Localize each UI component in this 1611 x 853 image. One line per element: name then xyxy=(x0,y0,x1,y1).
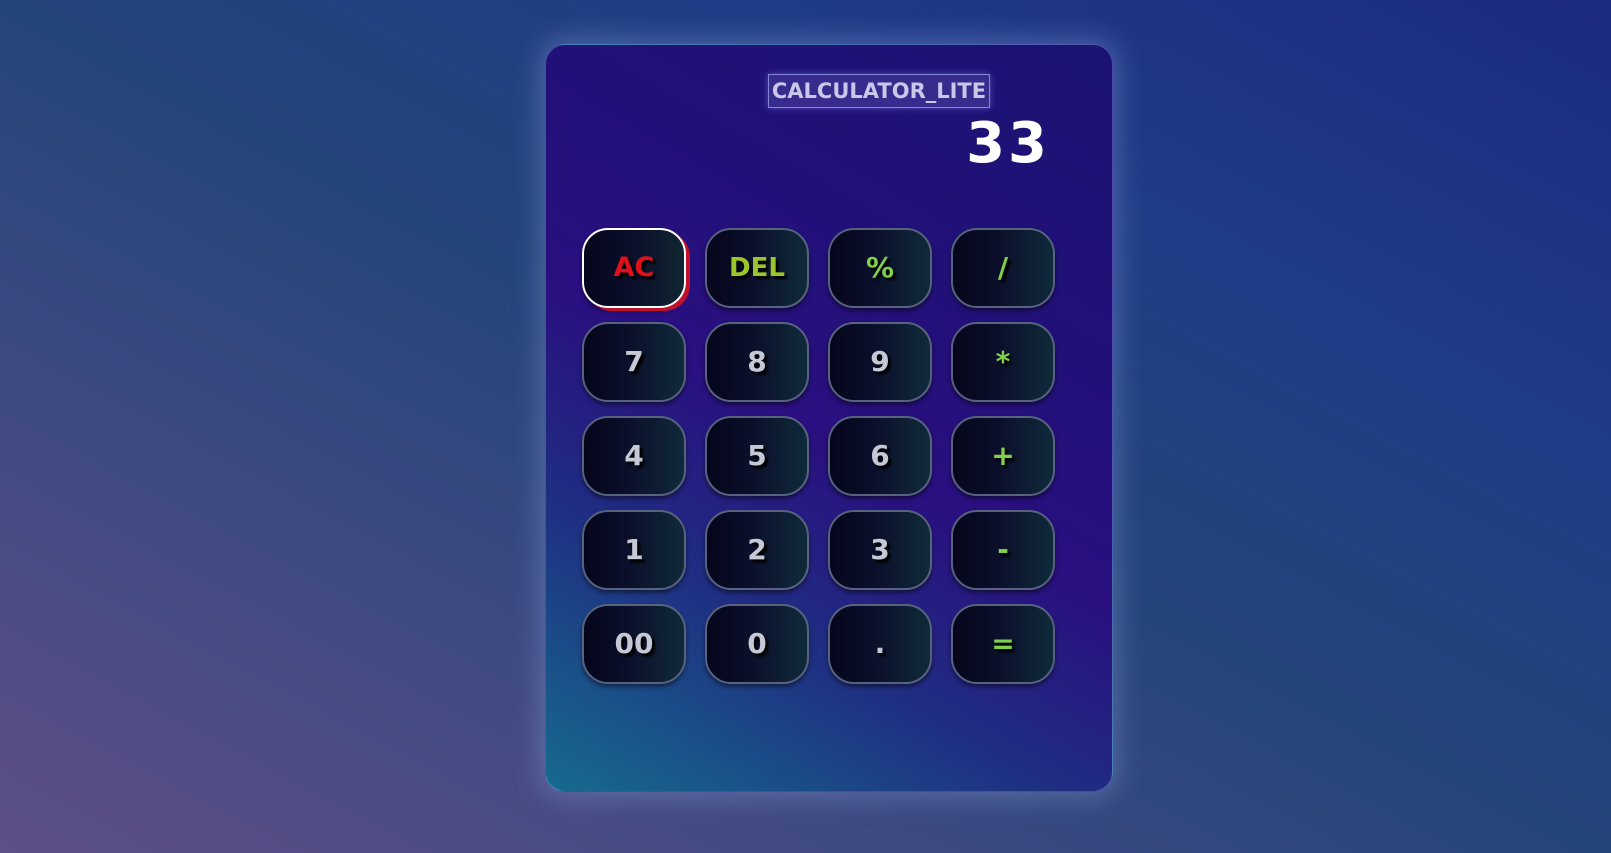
decimal-point-button[interactable]: . xyxy=(828,604,932,684)
add-button[interactable]: + xyxy=(951,416,1055,496)
all-clear-button[interactable]: AC xyxy=(582,228,686,308)
digit-2-button[interactable]: 2 xyxy=(705,510,809,590)
calculator-panel: CALCULATOR_LITE 33 AC DEL%/ 7 8 9 * 4 5 6 +1 2 3- 00… xyxy=(545,44,1113,792)
digit-4-button[interactable]: 4 xyxy=(582,416,686,496)
digit-0-button[interactable]: 0 xyxy=(705,604,809,684)
digit-8-button[interactable]: 8 xyxy=(705,322,809,402)
digit-6-button[interactable]: 6 xyxy=(828,416,932,496)
result-display: 33 xyxy=(966,111,1050,176)
double-zero-button[interactable]: 00 xyxy=(582,604,686,684)
digit-9-button[interactable]: 9 xyxy=(828,322,932,402)
divide-button[interactable]: / xyxy=(951,228,1055,308)
digit-1-button[interactable]: 1 xyxy=(582,510,686,590)
digit-3-button[interactable]: 3 xyxy=(828,510,932,590)
percent-button[interactable]: % xyxy=(828,228,932,308)
keypad: AC DEL%/ 7 8 9 * 4 5 6 +1 2 3- 00 0. = xyxy=(582,228,1055,684)
equals-button[interactable]: = xyxy=(951,604,1055,684)
app-title: CALCULATOR_LITE xyxy=(768,74,990,108)
multiply-button[interactable]: * xyxy=(951,322,1055,402)
delete-button[interactable]: DEL xyxy=(705,228,809,308)
digit-7-button[interactable]: 7 xyxy=(582,322,686,402)
subtract-button[interactable]: - xyxy=(951,510,1055,590)
digit-5-button[interactable]: 5 xyxy=(705,416,809,496)
